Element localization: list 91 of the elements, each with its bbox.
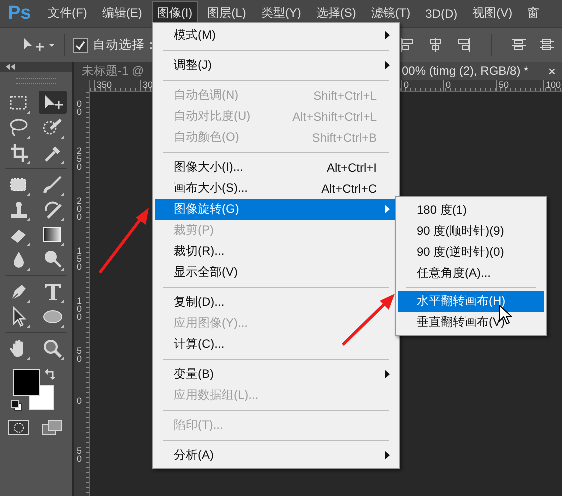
menu-item-label: 90 度(逆时针)(0): [417, 244, 504, 261]
ruler-label: 100: [543, 80, 562, 91]
menu-item-label: 变量(B): [174, 366, 214, 383]
menu-item-label: 显示全部(V): [174, 264, 238, 281]
menu-item-label: 90 度(顺时针)(9): [417, 223, 504, 240]
ruler-label: 150: [77, 247, 84, 271]
ruler-label: 50: [77, 447, 84, 463]
document-tab[interactable]: 未标题-1 @: [74, 62, 152, 80]
menu-item-label: 图像旋转(G): [174, 201, 240, 218]
menu-item[interactable]: 复制(D)...: [155, 292, 397, 313]
menu-item[interactable]: 90 度(顺时针)(9): [398, 221, 544, 242]
menu-item[interactable]: 显示全部(V): [155, 262, 397, 283]
menu-item-label: 分析(A): [174, 447, 214, 464]
menu-item[interactable]: 选择(S): [311, 1, 362, 26]
menu-item[interactable]: 90 度(逆时针)(0): [398, 242, 544, 263]
menu-item-label: 水平翻转画布(H): [417, 293, 506, 310]
menu-item[interactable]: 3D(D): [420, 2, 463, 24]
menu-item-label: 任意角度(A)...: [417, 265, 491, 282]
swap-colors-icon[interactable]: [45, 368, 57, 380]
ruler-label: 00: [77, 100, 84, 116]
menu-item[interactable]: 任意角度(A)...: [398, 263, 544, 284]
menu-item[interactable]: 调整(J): [155, 55, 397, 76]
menu-item[interactable]: 视图(V): [468, 1, 518, 26]
menu-item[interactable]: 模式(M): [155, 25, 397, 46]
menu-item[interactable]: 计算(C)...: [155, 334, 397, 355]
checkbox-label: 自动选择：: [93, 36, 158, 54]
ruler-label: 0: [401, 80, 410, 91]
crop-icon: [8, 142, 30, 164]
menu-item-label: 裁剪(P): [174, 222, 214, 239]
hand-icon: [8, 338, 30, 360]
checkbox[interactable]: [73, 38, 88, 52]
ruler-label: 100: [77, 297, 84, 321]
ruler-label: 50: [77, 347, 84, 363]
annotation-arrow: [98, 208, 149, 274]
menu-item-label: 复制(D)...: [174, 294, 225, 311]
dodge-icon: [42, 248, 64, 270]
shortcut-label: Alt+Ctrl+I: [326, 160, 377, 174]
ruler-label: 0: [443, 80, 452, 91]
foreground-color-swatch[interactable]: [13, 369, 40, 396]
document-tab[interactable]: 00% (timg (2), RGB/8) * ×: [400, 62, 562, 80]
menu-item[interactable]: 分析(A): [155, 445, 397, 466]
annotation-arrow: [342, 294, 395, 346]
close-button[interactable]: ×: [548, 64, 556, 78]
app-logo: Ps: [8, 2, 30, 24]
shortcut-label: Shift+Ctrl+B: [312, 130, 377, 144]
lasso-icon: [8, 116, 30, 138]
menu-item[interactable]: 180 度(1): [398, 200, 544, 221]
menu-item[interactable]: 图层(L): [202, 1, 252, 26]
tab-title: 未标题-1 @: [82, 62, 144, 80]
menu-item[interactable]: 类型(Y): [256, 1, 306, 26]
menu-item[interactable]: 变量(B): [155, 364, 397, 385]
ruler-label: 200: [77, 197, 84, 221]
checkmark-icon: [75, 40, 86, 50]
menu-item-label: 自动颜色(O): [174, 129, 240, 146]
menu-item[interactable]: 文件(F): [43, 1, 92, 26]
menu-item-label: 应用数据组(L)...: [174, 387, 259, 404]
brush-icon: [42, 174, 64, 196]
menu-item-label: 裁切(R)...: [174, 243, 225, 260]
menu-item[interactable]: 图像旋转(G): [155, 199, 397, 220]
default-colors-icon[interactable]: [11, 400, 23, 412]
menu-item-label: 计算(C)...: [174, 336, 225, 353]
menu-item-label: 图像大小(I)...: [174, 159, 244, 176]
menu-item[interactable]: 画布大小(S)... Alt+Ctrl+C: [155, 178, 397, 199]
shortcut-label: Shift+Ctrl+L: [314, 88, 377, 102]
ruler-label: 350: [94, 80, 112, 91]
quick-mask-icon[interactable]: [8, 419, 30, 437]
menu-item[interactable]: 窗: [522, 1, 545, 26]
menu-item[interactable]: 编辑(E): [97, 1, 148, 26]
menu-item-label: 应用图像(Y)...: [174, 315, 248, 332]
menu-item-label: 自动色调(N): [174, 87, 239, 104]
tab-title: 00% (timg (2), RGB/8) *: [402, 64, 529, 78]
ruler-label: 50: [496, 80, 510, 91]
screen-mode-icon[interactable]: [42, 419, 64, 437]
menu-item-label: 画布大小(S)...: [174, 180, 248, 197]
menu-item-label: 自动对比度(U): [174, 108, 251, 125]
menu-item-label: 模式(M): [174, 27, 216, 44]
shortcut-label: Alt+Shift+Ctrl+L: [292, 110, 377, 124]
menu-item[interactable]: 图像大小(I)... Alt+Ctrl+I: [155, 157, 397, 178]
menu-item[interactable]: 裁切(R)...: [155, 241, 397, 262]
collapse-icon[interactable]: [6, 64, 16, 70]
menu-item[interactable]: 滤镜(T): [366, 1, 416, 26]
shortcut-label: Alt+Ctrl+C: [322, 182, 377, 196]
tool-button[interactable]: [39, 91, 67, 114]
quick-selection-icon: [42, 116, 64, 138]
ruler-label: 250: [77, 147, 84, 171]
menu-item-label: 180 度(1): [417, 202, 468, 219]
ruler-label: 0: [77, 397, 84, 405]
menu-item-label: 陷印(T)...: [174, 417, 224, 434]
menu-item[interactable]: 水平翻转画布(H): [398, 291, 544, 312]
zoom-icon: [42, 338, 64, 360]
menu-item-label: 调整(J): [174, 57, 212, 74]
